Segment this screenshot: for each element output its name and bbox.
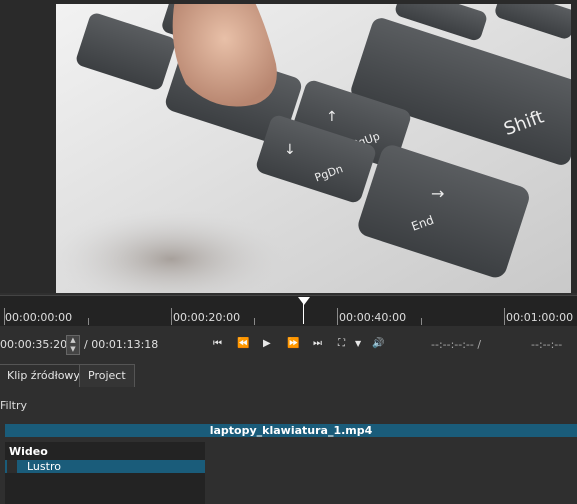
filter-item-label: Lustro bbox=[27, 460, 61, 473]
fast-forward-icon[interactable]: ⏩ bbox=[287, 337, 299, 351]
ruler-label: 00:00:20:00 bbox=[173, 311, 241, 324]
spin-down-icon[interactable]: ▼ bbox=[67, 345, 79, 354]
timeline-ruler[interactable]: 00:00:00:00 00:00:20:00 00:00:40:00 00:0… bbox=[0, 295, 577, 326]
filter-item[interactable]: Lustro bbox=[5, 460, 205, 473]
filter-group-header: Wideo bbox=[9, 445, 48, 458]
ruler-major-tick bbox=[4, 308, 5, 325]
duration-timecode: / 00:01:13:18 bbox=[84, 338, 159, 351]
zoom-icon[interactable]: ⛶ bbox=[338, 337, 345, 351]
clip-name-bar: laptopy_klawiatura_1.mp4 bbox=[5, 424, 577, 437]
ruler-label: 00:00:40:00 bbox=[339, 311, 407, 324]
playhead-handle[interactable] bbox=[298, 297, 310, 305]
filter-enable-checkbox[interactable] bbox=[7, 460, 17, 473]
ruler-minor-tick bbox=[254, 318, 255, 325]
position-timecode[interactable]: 00:00:35:20 bbox=[0, 338, 67, 351]
ruler-major-tick bbox=[504, 308, 505, 325]
ruler-major-tick bbox=[337, 308, 338, 325]
spin-up-icon[interactable]: ▲ bbox=[67, 336, 79, 345]
keyboard-closeup-image: Shift ↑ PgUp ↓ PgDn → End bbox=[56, 4, 571, 293]
ruler-label: 00:01:00:00 bbox=[506, 311, 574, 324]
ruler-major-tick bbox=[171, 308, 172, 325]
tab-project[interactable]: Project bbox=[79, 364, 135, 387]
in-point-timecode: --:--:--:-- / bbox=[431, 338, 482, 351]
video-frame: Shift ↑ PgUp ↓ PgDn → End bbox=[56, 4, 571, 293]
position-spinner[interactable]: ▲ ▼ bbox=[66, 335, 80, 355]
video-viewer: Shift ↑ PgUp ↓ PgDn → End bbox=[0, 0, 577, 293]
skip-to-end-icon[interactable]: ⏭ bbox=[313, 337, 322, 351]
svg-text:↓: ↓ bbox=[284, 142, 296, 158]
ruler-minor-tick bbox=[421, 318, 422, 325]
filters-panel-title: Filtry bbox=[0, 399, 27, 412]
out-point-timecode: --:--:-- bbox=[531, 338, 563, 351]
play-icon[interactable]: ▶ bbox=[263, 337, 271, 351]
rewind-icon[interactable]: ⏪ bbox=[237, 337, 249, 351]
svg-text:→: → bbox=[431, 184, 444, 203]
ruler-minor-tick bbox=[88, 318, 89, 325]
volume-icon[interactable]: 🔊 bbox=[372, 337, 384, 351]
tab-source-clip[interactable]: Klip źródłowy bbox=[0, 364, 89, 387]
svg-text:↑: ↑ bbox=[326, 109, 338, 125]
ruler-label: 00:00:00:00 bbox=[5, 311, 73, 324]
chevron-down-icon[interactable]: ▼ bbox=[355, 337, 361, 351]
filter-list[interactable]: Wideo Lustro bbox=[5, 442, 205, 504]
skip-to-start-icon[interactable]: ⏮ bbox=[213, 337, 222, 351]
